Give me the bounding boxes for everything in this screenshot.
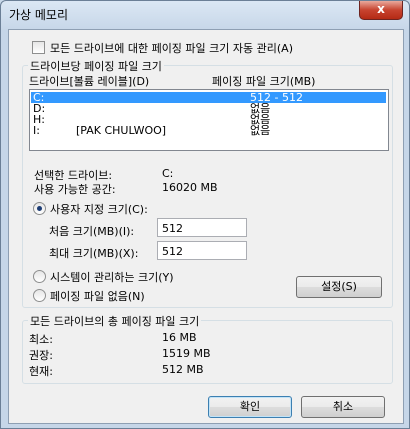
column-header-paging-size: 페이징 파일 크기(MB) (212, 75, 316, 88)
total-group-title: 모든 드라이브의 총 페이징 파일 크기 (28, 313, 202, 329)
no-paging-file-radio[interactable] (33, 289, 46, 302)
ok-button[interactable]: 확인 (208, 396, 292, 418)
recommended-label: 권장: (29, 349, 53, 362)
free-space-value: 16020 MB (162, 181, 218, 194)
current-label: 현재: (29, 365, 53, 378)
system-managed-label[interactable]: 시스템이 관리하는 크기(Y) (50, 269, 174, 285)
drive-paging-size: 없음 (250, 124, 271, 137)
current-value: 512 MB (162, 363, 204, 376)
no-paging-file-label[interactable]: 페이징 파일 없음(N) (50, 288, 145, 304)
set-button[interactable]: 설정(S) (296, 276, 382, 298)
custom-size-label[interactable]: 사용자 지정 크기(C): (50, 201, 148, 217)
cancel-button[interactable]: 취소 (301, 396, 385, 418)
dialog-body: 모든 드라이브에 대한 페이징 파일 크기 자동 관리(A) 드라이브당 페이징… (8, 29, 404, 424)
auto-manage-label[interactable]: 모든 드라이브에 대한 페이징 파일 크기 자동 관리(A) (50, 40, 293, 56)
close-button[interactable]: x (359, 1, 403, 20)
free-space-label: 사용 가능한 공간: (34, 183, 116, 196)
drive-row-d[interactable]: D: 없음 (31, 103, 325, 114)
initial-size-input[interactable]: 512 (157, 218, 247, 237)
virtual-memory-dialog: 가상 메모리 x 모든 드라이브에 대한 페이징 파일 크기 자동 관리(A) … (0, 0, 410, 429)
drive-listbox[interactable]: C: 512 - 512 D: 없음 H: 없음 I: [PAK CHULWOO… (29, 89, 389, 151)
custom-size-radio[interactable] (33, 202, 46, 215)
auto-manage-checkbox[interactable] (32, 41, 45, 54)
recommended-value: 1519 MB (162, 347, 211, 360)
max-size-input[interactable]: 512 (157, 241, 247, 260)
drive-row-c[interactable]: C: 512 - 512 (31, 92, 386, 103)
minimum-value: 16 MB (162, 331, 197, 344)
column-header-drive: 드라이브[볼륨 레이블](D) (29, 75, 150, 88)
selected-drive-value: C: (162, 167, 174, 180)
title-bar: 가상 메모리 x (1, 1, 409, 27)
drive-letter: I: (33, 124, 40, 137)
drive-row-i[interactable]: I: [PAK CHULWOO] 없음 (31, 125, 325, 136)
max-size-label: 최대 크기(MB)(X): (49, 247, 139, 260)
drive-group-title: 드라이브당 페이징 파일 크기 (28, 58, 164, 74)
drive-volume-label: [PAK CHULWOO] (76, 124, 167, 137)
minimum-label: 최소: (29, 333, 53, 346)
system-managed-radio[interactable] (33, 270, 46, 283)
initial-size-label: 처음 크기(MB)(I): (49, 225, 135, 238)
window-title: 가상 메모리 (9, 8, 69, 22)
